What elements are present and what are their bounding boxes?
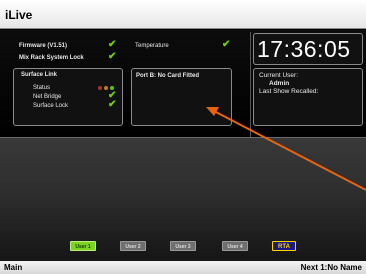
- current-user-name: Admin: [269, 80, 290, 87]
- surface-lock-check-icon: ✔: [108, 99, 117, 110]
- surface-link-panel: Surface Link Status Net Bridge ✔ Surface…: [13, 68, 123, 126]
- surface-link-title: Surface Link: [21, 72, 58, 78]
- status-next-scene: Next 1:No Name: [300, 263, 362, 272]
- clock-display: 17:36:05: [257, 36, 351, 62]
- status-led-red-icon: [98, 86, 102, 90]
- status-left-main: Main: [4, 263, 23, 272]
- user-panel: Current User: Admin Last Show Recalled:: [253, 68, 363, 126]
- status-label: Status: [33, 85, 51, 91]
- app-title-bar: iLive: [0, 0, 366, 29]
- temperature-ok-check-icon: ✔: [222, 39, 231, 50]
- mixrack-lock-label: Mix Rack System Lock: [19, 55, 84, 61]
- net-bridge-label: Net Bridge: [33, 94, 62, 100]
- last-show-label: Last Show Recalled:: [259, 88, 319, 95]
- firmware-ok-check-icon: ✔: [108, 39, 117, 50]
- current-user-label: Current User:: [259, 72, 299, 79]
- app-title: iLive: [5, 8, 33, 22]
- tab-user-2[interactable]: User 2: [120, 241, 146, 251]
- tab-user-1[interactable]: User 1: [70, 241, 96, 251]
- divider: [250, 32, 251, 138]
- mixrack-lock-check-icon: ✔: [108, 51, 117, 62]
- tab-user-3[interactable]: User 3: [170, 241, 196, 251]
- tab-user-4[interactable]: User 4: [222, 241, 248, 251]
- tab-rta[interactable]: RTA: [272, 241, 296, 251]
- surface-lock-label: Surface Lock: [33, 103, 69, 109]
- firmware-label: Firmware (V1.51): [19, 43, 68, 49]
- port-b-label: Port B: No Card Fitted: [136, 73, 199, 79]
- temperature-label: Temperature: [135, 43, 169, 49]
- status-bar: Main Next 1:No Name: [0, 261, 366, 274]
- port-b-panel: Port B: No Card Fitted: [131, 68, 232, 126]
